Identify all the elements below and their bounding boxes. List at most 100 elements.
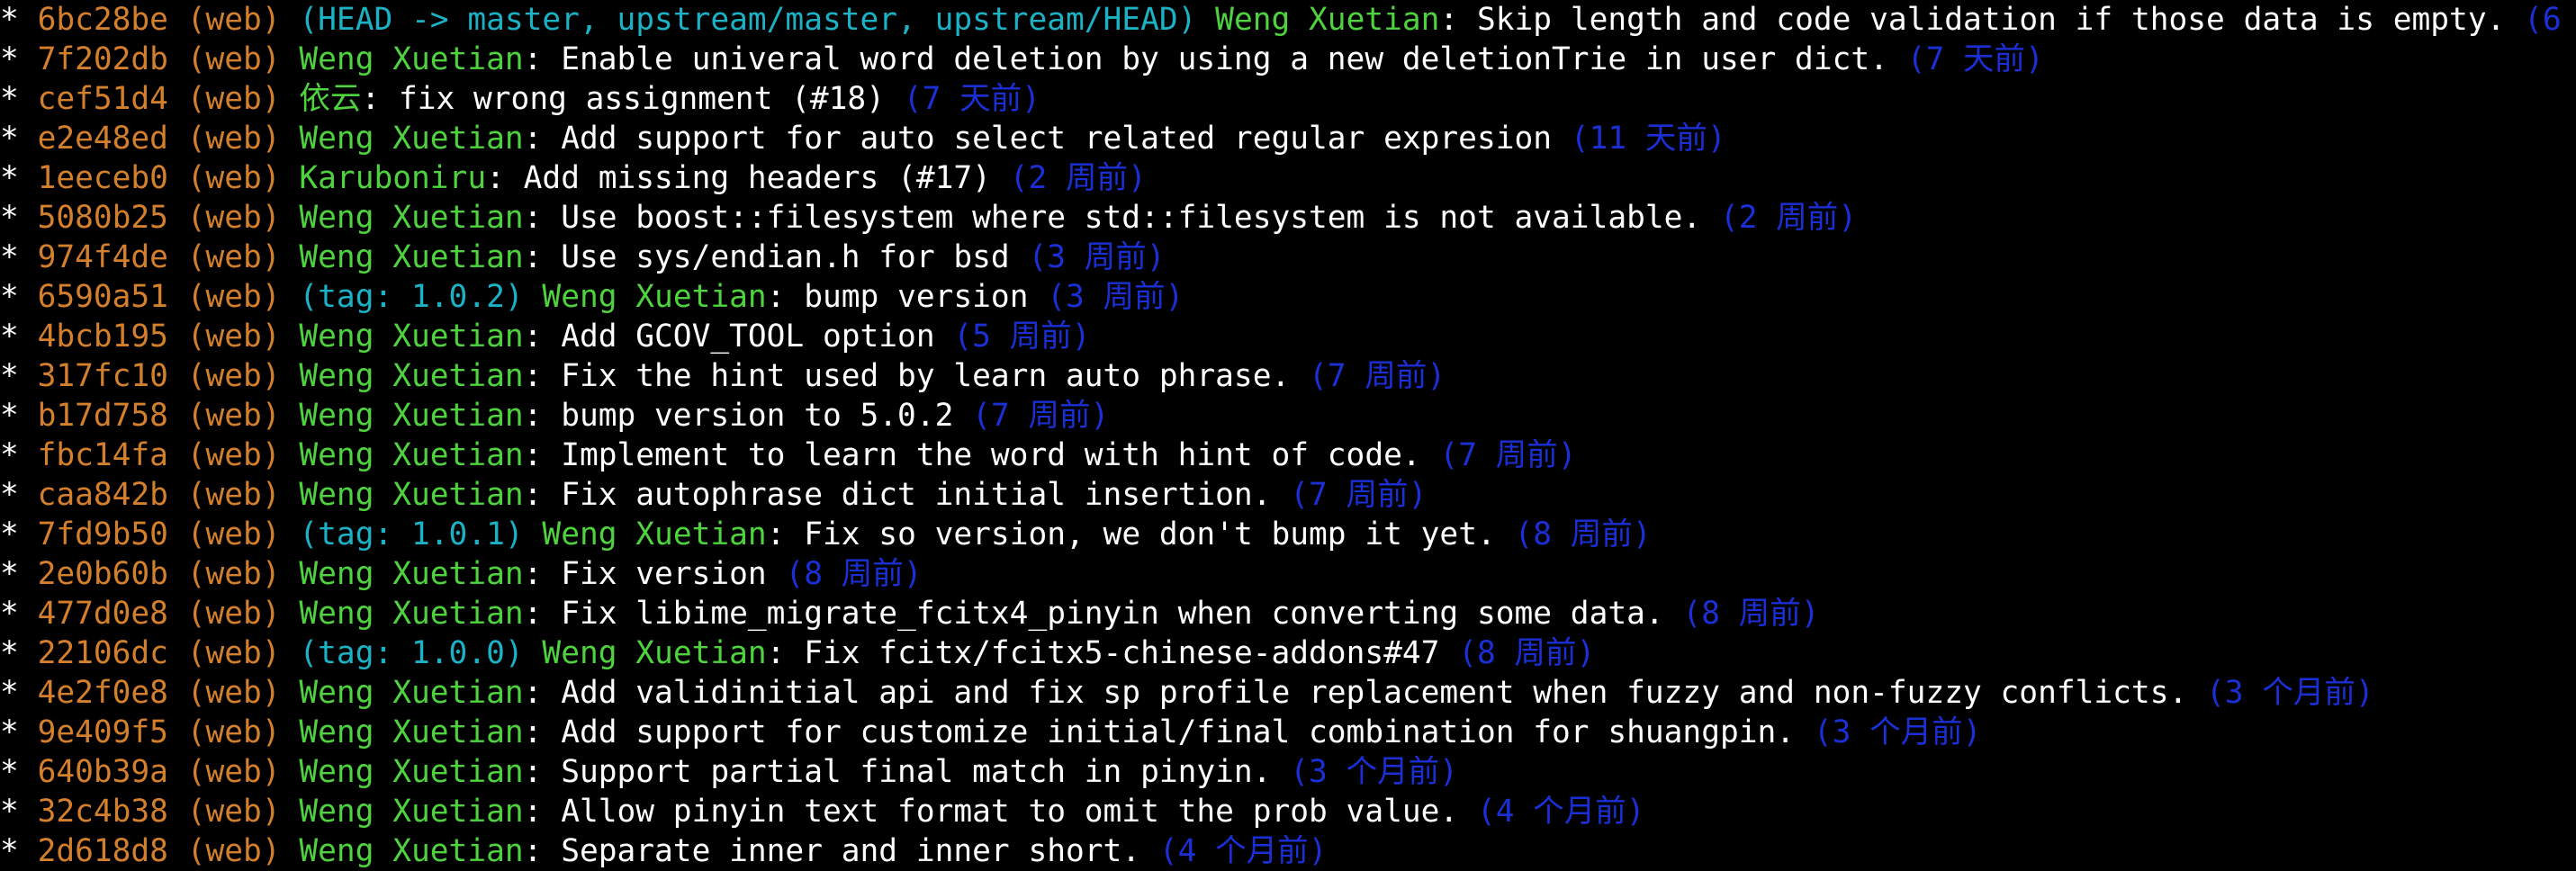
commit-date: (3 周前) xyxy=(1047,279,1184,315)
commit-author: Weng Xuetian xyxy=(299,556,524,592)
commit-hash: 7f202db xyxy=(37,41,168,77)
commit-line: * cef51d4 (web) 依云: fix wrong assignment… xyxy=(0,79,2576,119)
commit-message: Fix version xyxy=(561,556,767,592)
commit-line: * caa842b (web) Weng Xuetian: Fix autoph… xyxy=(0,475,2576,515)
commit-author: Weng Xuetian xyxy=(299,675,524,711)
ref-decoration: (HEAD -> master, upstream/master, upstre… xyxy=(299,2,1197,38)
author-separator: : xyxy=(486,160,524,196)
branch-label: (web) xyxy=(186,477,281,513)
commit-line: * 22106dc (web) (tag: 1.0.0) Weng Xuetia… xyxy=(0,633,2576,673)
commit-date: (7 天前) xyxy=(1906,41,2044,77)
branch-label: (web) xyxy=(186,398,281,434)
commit-line: * 6590a51 (web) (tag: 1.0.2) Weng Xuetia… xyxy=(0,277,2576,317)
author-separator: : xyxy=(523,121,562,157)
commit-message: Separate inner and inner short. xyxy=(561,833,1141,869)
commit-hash: 32c4b38 xyxy=(37,794,168,830)
branch-label: (web) xyxy=(186,635,281,671)
commit-date: (7 天前) xyxy=(903,81,1040,117)
branch-label: (web) xyxy=(186,279,281,315)
author-separator: : xyxy=(523,437,562,473)
commit-author: Weng Xuetian xyxy=(299,437,524,473)
author-separator: : xyxy=(523,358,562,394)
author-separator: : xyxy=(766,635,805,671)
graph-marker: * xyxy=(0,477,19,513)
graph-marker: * xyxy=(0,516,19,552)
commit-message: Support partial final match in pinyin. xyxy=(561,754,1272,790)
ref-decoration: (tag: 1.0.0) xyxy=(299,635,524,671)
commit-line: * fbc14fa (web) Weng Xuetian: Implement … xyxy=(0,436,2576,475)
commit-hash: 22106dc xyxy=(37,635,168,671)
commit-author: Weng Xuetian xyxy=(299,754,524,790)
commit-message: bump version xyxy=(804,279,1029,315)
commit-date: (4 个月前) xyxy=(1158,833,1328,869)
commit-author: Weng Xuetian xyxy=(542,635,767,671)
graph-marker: * xyxy=(0,556,19,592)
commit-date: (8 周前) xyxy=(785,556,923,592)
commit-hash: 6590a51 xyxy=(37,279,168,315)
branch-label: (web) xyxy=(186,121,281,157)
commit-hash: 6bc28be xyxy=(37,2,168,38)
commit-date: (11 天前) xyxy=(1570,121,1726,157)
author-separator: : xyxy=(523,833,562,869)
author-separator: : xyxy=(523,675,562,711)
branch-label: (web) xyxy=(186,437,281,473)
commit-author: Weng Xuetian xyxy=(299,477,524,513)
commit-hash: 1eeceb0 xyxy=(37,160,168,196)
branch-label: (web) xyxy=(186,596,281,632)
commit-author: 依云 xyxy=(299,81,362,117)
graph-marker: * xyxy=(0,279,19,315)
commit-date: (3 周前) xyxy=(1028,239,1166,275)
graph-marker: * xyxy=(0,81,19,117)
commit-message: Enable univeral word deletion by using a… xyxy=(561,41,1888,77)
author-separator: : xyxy=(523,556,562,592)
commit-message: fix wrong assignment (#18) xyxy=(398,81,885,117)
commit-hash: 974f4de xyxy=(37,239,168,275)
commit-line: * 1eeceb0 (web) Karuboniru: Add missing … xyxy=(0,158,2576,198)
author-separator: : xyxy=(523,754,562,790)
commit-author: Weng Xuetian xyxy=(542,279,767,315)
graph-marker: * xyxy=(0,635,19,671)
commit-hash: 640b39a xyxy=(37,754,168,790)
commit-message: Skip length and code validation if those… xyxy=(1476,2,2506,38)
branch-label: (web) xyxy=(186,319,281,355)
commit-date: (5 周前) xyxy=(953,319,1091,355)
commit-hash: e2e48ed xyxy=(37,121,168,157)
commit-hash: 4e2f0e8 xyxy=(37,675,168,711)
commit-hash: caa842b xyxy=(37,477,168,513)
commit-hash: 4bcb195 xyxy=(37,319,168,355)
branch-label: (web) xyxy=(186,200,281,236)
branch-label: (web) xyxy=(186,754,281,790)
commit-line: * 2d618d8 (web) Weng Xuetian: Separate i… xyxy=(0,831,2576,871)
commit-line: * 7fd9b50 (web) (tag: 1.0.1) Weng Xuetia… xyxy=(0,515,2576,554)
commit-line: * 640b39a (web) Weng Xuetian: Support pa… xyxy=(0,752,2576,792)
commit-line: * 974f4de (web) Weng Xuetian: Use sys/en… xyxy=(0,238,2576,277)
commit-author: Karuboniru xyxy=(299,160,487,196)
commit-author: Weng Xuetian xyxy=(299,41,524,77)
commit-date: (6 天前) xyxy=(2524,2,2562,38)
terminal-window[interactable]: * 6bc28be (web) (HEAD -> master, upstrea… xyxy=(0,0,2576,871)
commit-date: (2 周前) xyxy=(1009,160,1147,196)
commit-line: * b17d758 (web) Weng Xuetian: bump versi… xyxy=(0,396,2576,436)
commit-hash: 7fd9b50 xyxy=(37,516,168,552)
commit-line: * 4e2f0e8 (web) Weng Xuetian: Add validi… xyxy=(0,673,2576,713)
commit-date: (8 周前) xyxy=(1514,516,1652,552)
branch-label: (web) xyxy=(186,794,281,830)
branch-label: (web) xyxy=(186,516,281,552)
commit-date: (8 周前) xyxy=(1682,596,1820,632)
branch-label: (web) xyxy=(186,239,281,275)
commit-date: (3 个月前) xyxy=(1813,714,1982,750)
commit-author: Weng Xuetian xyxy=(299,596,524,632)
commit-message: Fix so version, we don't bump it yet. xyxy=(804,516,1496,552)
author-separator: : xyxy=(361,81,399,117)
branch-label: (web) xyxy=(186,160,281,196)
commit-author: Weng Xuetian xyxy=(299,714,524,750)
graph-marker: * xyxy=(0,160,19,196)
commit-author: Weng Xuetian xyxy=(542,516,767,552)
graph-marker: * xyxy=(0,437,19,473)
graph-marker: * xyxy=(0,2,19,38)
git-log-output: * 6bc28be (web) (HEAD -> master, upstrea… xyxy=(0,0,2576,871)
ref-decoration: (tag: 1.0.2) xyxy=(299,279,524,315)
commit-line: * 32c4b38 (web) Weng Xuetian: Allow piny… xyxy=(0,792,2576,831)
graph-marker: * xyxy=(0,200,19,236)
commit-message: Fix the hint used by learn auto phrase. xyxy=(561,358,1291,394)
